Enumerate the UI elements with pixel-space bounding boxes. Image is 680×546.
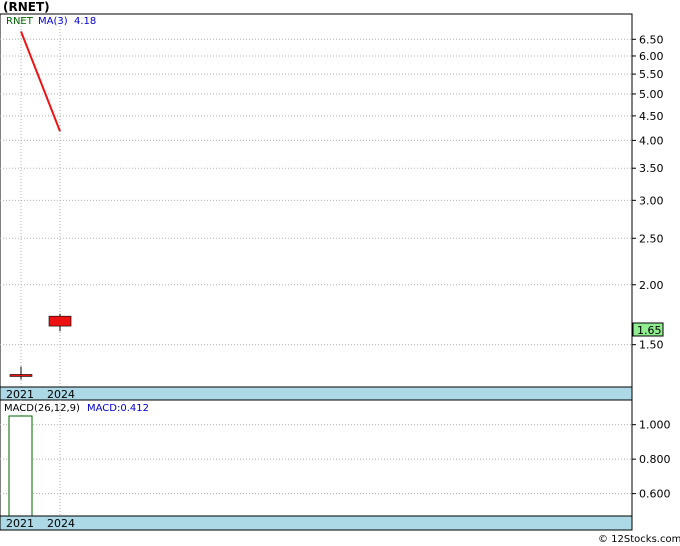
price-y-axis: 6.50 6.00 5.50 5.00 4.50 4.00 3.50 3.00 2.50 2.00… bbox=[632, 33, 664, 352]
x-label-2021: 2021 bbox=[6, 388, 34, 401]
macd-panel-frame bbox=[0, 399, 633, 531]
macd-panel: 1.000 0.800 0.600 MACD(26,12,9) MACD:0.412… bbox=[0, 399, 671, 531]
price-tick-label: 6.50 bbox=[639, 33, 664, 46]
candle-body bbox=[9, 374, 33, 377]
candle-body bbox=[48, 315, 72, 327]
last-price-box: 1.65 bbox=[632, 322, 664, 337]
macd-legend-value: MACD:0.412 bbox=[87, 403, 149, 414]
price-legend: RNET MA(3) 4.18 bbox=[6, 16, 96, 27]
credit-text: © 12Stocks.com bbox=[598, 534, 680, 545]
macd-y-axis: 1.000 0.800 0.600 bbox=[632, 419, 671, 501]
macd-legend: MACD(26,12,9) MACD:0.412 bbox=[4, 403, 149, 414]
x-label-2024: 2024 bbox=[47, 388, 75, 401]
legend-ma-label: MA(3) bbox=[38, 16, 68, 27]
price-tick-label: 6.00 bbox=[639, 50, 664, 63]
macd-tick-label: 0.800 bbox=[639, 453, 671, 466]
price-tick-label: 2.50 bbox=[639, 232, 664, 245]
macd-x-label-2024: 2024 bbox=[47, 517, 75, 530]
price-tick-label: 3.00 bbox=[639, 194, 664, 207]
stock-chart: 6.50 6.00 5.50 5.00 4.50 4.00 3.50 3.00 2.50 2.00… bbox=[0, 13, 680, 545]
last-price-label: 1.65 bbox=[637, 324, 662, 337]
macd-bars bbox=[8, 415, 33, 517]
price-panel: 6.50 6.00 5.50 5.00 4.50 4.00 3.50 3.00 2.50 2.00… bbox=[0, 13, 664, 401]
price-panel-frame bbox=[0, 13, 633, 389]
macd-tick-label: 0.600 bbox=[639, 488, 671, 501]
price-tick-label: 1.50 bbox=[639, 339, 664, 352]
macd-tick-label: 1.000 bbox=[639, 419, 671, 432]
price-tick-label: 5.50 bbox=[639, 68, 664, 81]
price-tick-label: 5.00 bbox=[639, 88, 664, 101]
legend-ma-value: 4.18 bbox=[74, 16, 96, 27]
price-tick-label: 3.50 bbox=[639, 162, 664, 175]
price-x-axis-band bbox=[0, 386, 633, 401]
price-tick-label: 2.00 bbox=[639, 279, 664, 292]
macd-bar bbox=[8, 415, 33, 517]
macd-x-label-2021: 2021 bbox=[6, 517, 34, 530]
price-tick-label: 4.50 bbox=[639, 110, 664, 123]
macd-legend-label: MACD(26,12,9) bbox=[4, 403, 80, 414]
macd-x-axis-band bbox=[0, 515, 633, 531]
legend-ticker: RNET bbox=[6, 16, 34, 27]
price-tick-label: 4.00 bbox=[639, 134, 664, 147]
